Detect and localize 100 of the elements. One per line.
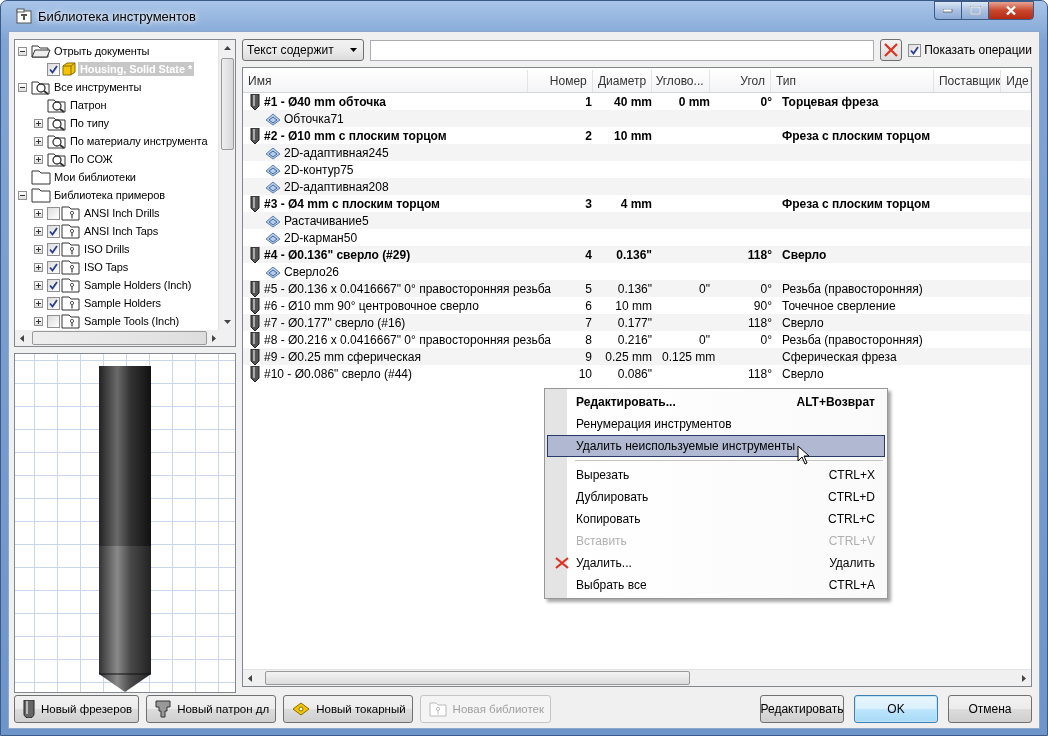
menu-item[interactable]: Выбрать все CTRL+A [547, 574, 885, 596]
tree-item[interactable]: Библиотека примеров [52, 188, 167, 202]
tool-name[interactable]: #9 - Ø0.25 mm сферическая [264, 349, 421, 364]
plus-icon [36, 138, 41, 144]
column-header[interactable]: Диаметр [592, 70, 653, 92]
tool-name[interactable]: #8 - Ø0.216 x 0.0416667" 0° правосторонняя резьба [264, 332, 551, 347]
tree-checkbox[interactable] [47, 278, 60, 292]
menu-item[interactable]: Вырезать CTRL+X [547, 464, 885, 486]
column-header[interactable]: Углово... [652, 70, 710, 92]
table-cell-text: 10 mm [614, 298, 653, 313]
operation-name[interactable]: 2D-адаптивная208 [284, 179, 389, 194]
expand-toggle[interactable] [34, 136, 43, 146]
dialog-button[interactable]: Отмена [948, 695, 1032, 723]
column-header[interactable]: Поставщик [933, 70, 1002, 92]
clear-button[interactable] [880, 39, 903, 61]
tool-name[interactable]: #10 - Ø0.086" сверло (#44) [264, 366, 412, 381]
tool-name[interactable]: #6 - Ø10 mm 90° центровочное сверло [264, 298, 479, 313]
operation-name[interactable]: Растачивание5 [284, 213, 369, 228]
menu-item[interactable]: Редактировать... ALT+Возврат [547, 391, 885, 413]
menu-item[interactable]: Удалить... Удалить [547, 552, 885, 574]
plus-icon [36, 246, 41, 252]
tree-item[interactable]: По СОЖ [68, 152, 115, 166]
menu-item[interactable]: Дублировать CTRL+D [547, 486, 885, 508]
collapse-toggle[interactable] [18, 46, 27, 56]
column-header[interactable]: Тип [770, 70, 934, 92]
table-cell-text: 7 [584, 315, 593, 330]
expand-toggle[interactable] [34, 208, 43, 218]
tree-checkbox[interactable] [47, 224, 60, 238]
operation-name[interactable]: Сверло26 [284, 264, 339, 279]
tool-name[interactable]: #5 - Ø0.136 x 0.0416667" 0° правосторонняя резьба [264, 281, 551, 296]
minimize-button[interactable] [934, 1, 961, 20]
tool-name[interactable]: #7 - Ø0.177" сверло (#16) [264, 315, 406, 330]
scrollbar-thumb[interactable] [265, 671, 690, 685]
column-header[interactable]: Имя [243, 70, 529, 92]
tree-checkbox[interactable] [47, 314, 60, 328]
dialog-button[interactable]: OK [854, 695, 938, 723]
show-operations-checkbox[interactable] [908, 43, 922, 57]
table-cell-text: 4 mm [619, 196, 653, 211]
column-header[interactable]: Иде [1001, 70, 1031, 92]
tree-item[interactable]: ANSI Inch Drills [82, 206, 162, 220]
horizontal-scrollbar[interactable] [15, 330, 235, 346]
maximize-button[interactable] [961, 1, 988, 20]
tree-item[interactable]: ISO Taps [82, 260, 131, 274]
operation-name[interactable]: 2D-контур75 [284, 162, 354, 177]
collapse-toggle[interactable] [18, 190, 27, 200]
tree-item[interactable]: По материалу инструмента [68, 134, 210, 148]
expand-toggle[interactable] [34, 262, 43, 272]
tree-checkbox[interactable] [47, 260, 60, 274]
expand-toggle[interactable] [34, 154, 43, 164]
operation-name[interactable]: 2D-карман50 [284, 230, 358, 245]
menu-item[interactable]: Ренумерация инструментов [547, 413, 885, 435]
library-folder-icon [61, 259, 81, 275]
menu-item[interactable]: Удалить неиспользуемые инструменты [547, 435, 885, 457]
tree-item[interactable]: Все инструменты [52, 80, 144, 94]
expand-toggle[interactable] [34, 298, 43, 308]
tree-checkbox[interactable] [47, 296, 60, 310]
column-header[interactable]: Номер [528, 70, 593, 92]
minus-icon [20, 84, 25, 90]
tool-name[interactable]: #4 - Ø0.136" сверло (#29) [264, 247, 411, 262]
tree-item[interactable]: Мои библиотеки [52, 170, 138, 184]
expand-toggle[interactable] [34, 244, 43, 254]
tree-checkbox[interactable] [47, 62, 60, 76]
vertical-scrollbar[interactable] [218, 40, 235, 330]
tool-name[interactable]: #1 - Ø40 mm обточка [264, 94, 386, 109]
new-item-button[interactable]: Новый патрон дл [146, 695, 277, 723]
tree-item[interactable]: Sample Holders [82, 296, 163, 310]
search-field[interactable] [370, 39, 875, 61]
scrollbar-thumb[interactable] [220, 58, 234, 150]
filter-dropdown[interactable]: Текст содержит [242, 39, 364, 61]
new-item-button[interactable]: Новый токарный [283, 695, 413, 723]
expand-toggle[interactable] [34, 226, 43, 236]
new-item-button[interactable]: Новый фрезеров [14, 695, 140, 723]
expand-toggle[interactable] [34, 316, 43, 326]
table-cell-text: 10 mm [612, 128, 653, 143]
tree-item[interactable]: ISO Drills [82, 242, 132, 256]
tree-checkbox[interactable] [47, 242, 60, 256]
scrollbar-thumb[interactable] [32, 331, 208, 345]
expand-toggle[interactable] [34, 118, 43, 128]
tree-item[interactable]: Отрыть документы [52, 44, 152, 58]
operation-name[interactable]: Обточка71 [284, 111, 344, 126]
tree-item[interactable]: Sample Holders (Inch) [82, 278, 194, 292]
tool-name[interactable]: #2 - Ø10 mm с плоским торцом [264, 128, 447, 143]
table-cell-text: 4 [584, 247, 593, 262]
horizontal-scrollbar[interactable] [243, 669, 1031, 686]
tree-item[interactable]: По типу [68, 116, 112, 130]
tree-item[interactable]: ANSI Inch Taps [82, 224, 161, 238]
operation-name[interactable]: 2D-адаптивная245 [284, 145, 389, 160]
tree-checkbox[interactable] [47, 206, 60, 220]
search-folder-icon [31, 79, 51, 95]
menu-item[interactable]: Копировать CTRL+C [547, 508, 885, 530]
column-header[interactable]: Угол [709, 70, 771, 92]
tool-name[interactable]: #3 - Ø4 mm с плоским торцом [264, 196, 440, 211]
close-button[interactable] [988, 1, 1034, 20]
tree-item[interactable]: Sample Tools (Inch) [82, 314, 182, 328]
search-folder-icon [47, 115, 67, 131]
expand-toggle[interactable] [34, 280, 43, 290]
operation-icon [265, 264, 281, 279]
dialog-button[interactable]: Редактировать [760, 695, 844, 723]
tree-item[interactable]: Патрон [68, 98, 109, 112]
collapse-toggle[interactable] [18, 82, 27, 92]
